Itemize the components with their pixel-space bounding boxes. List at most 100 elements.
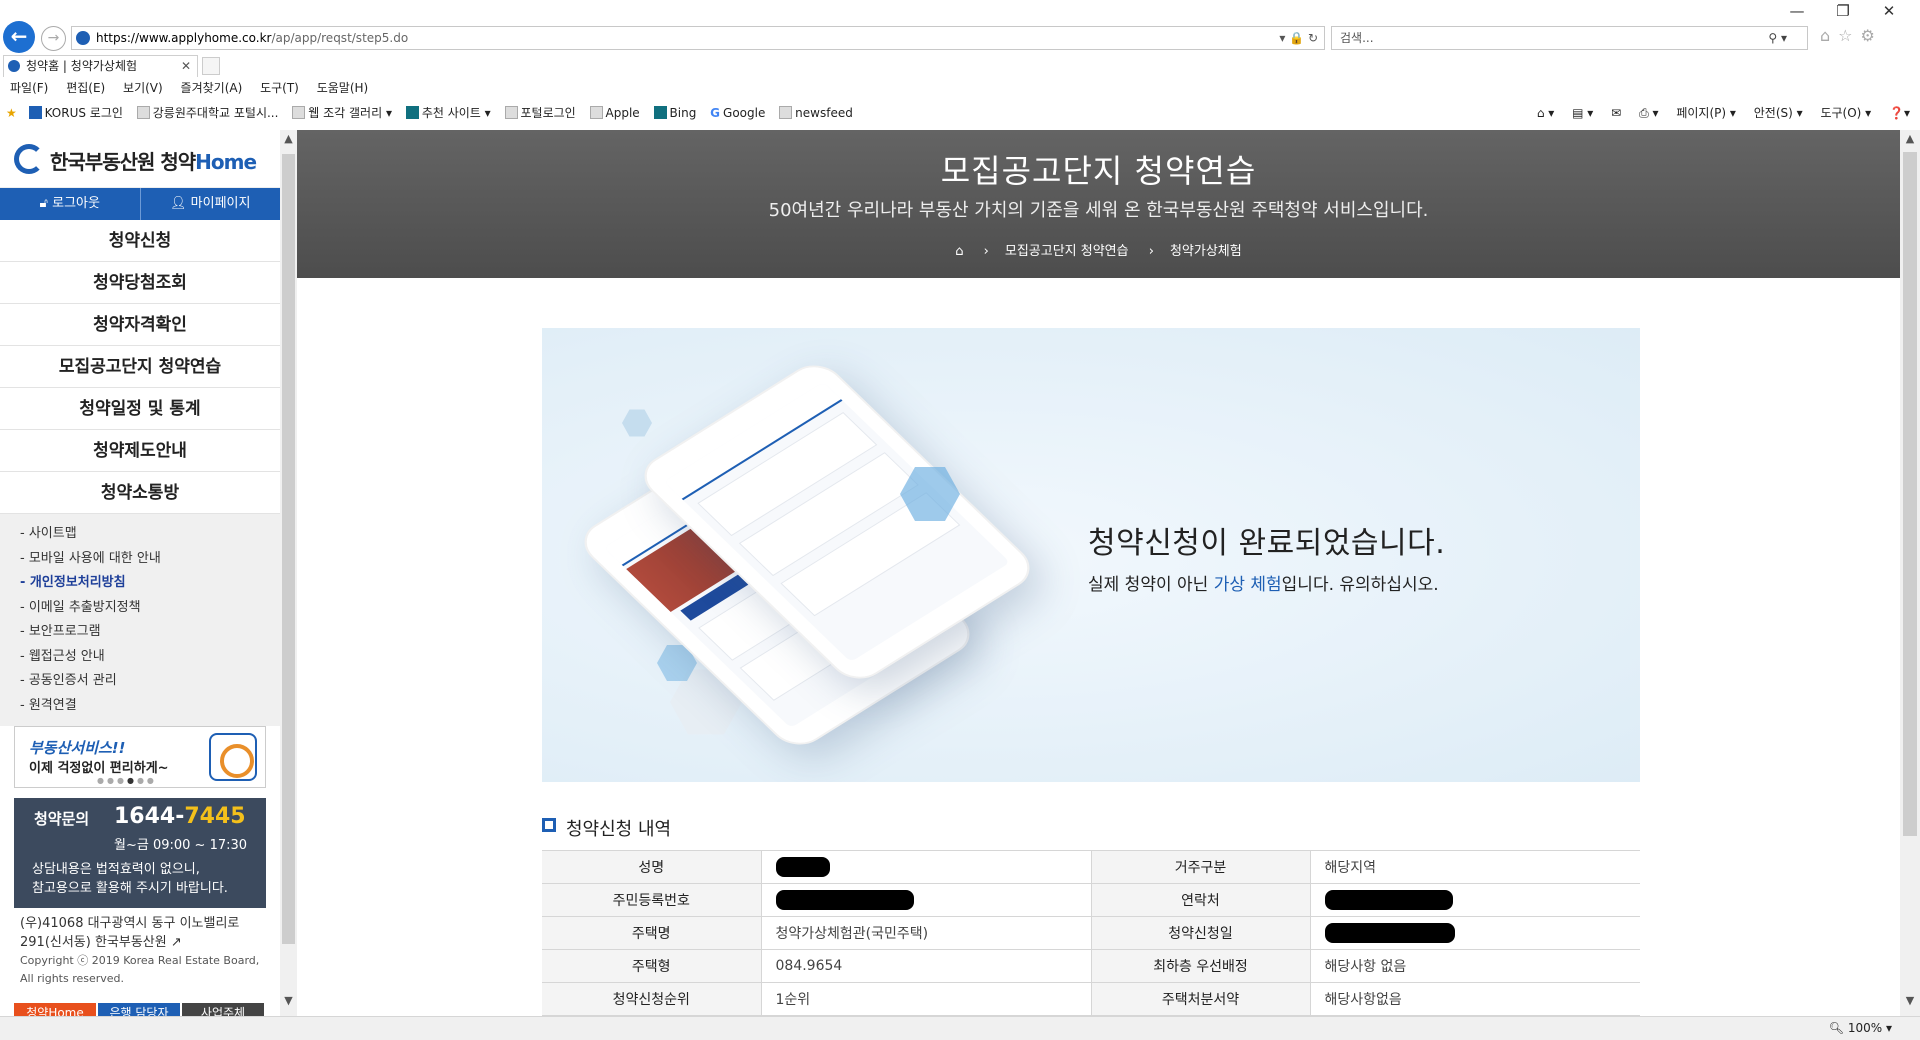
link-accessibility[interactable]: - 웹접근성 안내	[0, 645, 280, 670]
label-house-type: 주택형	[542, 949, 761, 983]
bing-icon	[653, 106, 667, 119]
home-icon[interactable]: ⌂ ▾	[1537, 106, 1554, 120]
home-icon[interactable]: ⌂	[955, 244, 963, 259]
mail-icon[interactable]: ✉	[1611, 106, 1621, 120]
label-contact: 연락처	[1091, 883, 1310, 917]
lock-refresh-icons[interactable]: ▾ 🔒 ↻	[1279, 27, 1318, 49]
menu-bar: 파일(F) 편집(E) 보기(V) 즐겨찾기(A) 도구(T) 도움말(H)	[0, 78, 372, 98]
back-button[interactable]: ←	[3, 21, 35, 53]
print-icon[interactable]: ⎙ ▾	[1639, 106, 1658, 120]
table-row: 주택형 084.9654 최하층 우선배정 해당사항 없음	[542, 949, 1640, 983]
new-tab-button[interactable]	[202, 57, 220, 75]
menu-help[interactable]: 도움말(H)	[317, 81, 369, 95]
menu-edit[interactable]: 편집(E)	[66, 81, 105, 95]
office-address[interactable]: (우)41068 대구광역시 동구 이노밸리로 291(신서동) 한국부동산원 …	[20, 914, 239, 952]
menu-file[interactable]: 파일(F)	[10, 81, 48, 95]
site-logo[interactable]: 한국부동산원 청약Home	[0, 130, 280, 188]
breadcrumb-practice[interactable]: 모집공고단지 청약연습	[1005, 244, 1129, 259]
breadcrumb: ⌂ › 모집공고단지 청약연습 › 청약가상체험	[297, 240, 1900, 259]
page-menu[interactable]: 페이지(P) ▾	[1676, 106, 1736, 120]
banner-pagination[interactable]: ●●●●●●	[97, 776, 157, 785]
link-sitemap[interactable]: - 사이트맵	[0, 522, 280, 547]
forward-button[interactable]: →	[41, 26, 66, 51]
tab-close-icon[interactable]: ✕	[181, 56, 191, 76]
search-icon[interactable]: ⚲ ▾	[1768, 27, 1787, 49]
shortcut-bank[interactable]: 은행 담당자	[98, 1003, 180, 1016]
scroll-down-icon[interactable]: ▼	[1900, 994, 1920, 1014]
link-mobile[interactable]: - 모바일 사용에 대한 안내	[0, 547, 280, 572]
menu-tools[interactable]: 도구(T)	[260, 81, 299, 95]
nav-schedule[interactable]: 청약일정 및 통계	[0, 388, 280, 430]
page-scrollbar[interactable]: ▲ ▼	[1900, 130, 1920, 1016]
page-hero: 모집공고단지 청약연습 50여년간 우리나라 부동산 가치의 기준을 세워 온 …	[297, 130, 1900, 278]
minimize-icon[interactable]: —	[1774, 2, 1820, 20]
browser-tab[interactable]: 청약홈 | 청약가상체험 ✕	[3, 55, 198, 77]
fav-suggested[interactable]: 추천 사이트 ▾	[405, 102, 491, 124]
menu-favorites[interactable]: 즐겨찾기(A)	[181, 81, 243, 95]
fav-google[interactable]: G Google	[710, 102, 765, 124]
redacted-value	[1324, 890, 1453, 910]
safety-menu[interactable]: 안전(S) ▾	[1754, 106, 1803, 120]
tab-title: 청약홈 | 청약가상체험	[26, 59, 138, 73]
search-placeholder: 검색...	[1340, 31, 1374, 45]
restore-icon[interactable]: ❐	[1820, 2, 1866, 20]
link-certificate[interactable]: - 공동인증서 관리	[0, 669, 280, 694]
page-icon	[292, 106, 306, 119]
banner-title: 부동산서비스!!	[29, 739, 126, 757]
sidebar-scrollbar[interactable]: ▲ ▼	[280, 130, 297, 1016]
favorites-bar: ★ KORUS 로그인 강릉원주대학교 포털시... 웹 조각 갤러리 ▾ 추천…	[0, 102, 1920, 124]
shortcut-applyhome[interactable]: 청약Home	[14, 1003, 96, 1016]
person-icon: 👤︎	[170, 196, 187, 211]
value-contact	[1309, 883, 1640, 917]
nav-apply[interactable]: 청약신청	[0, 220, 280, 262]
fav-newsfeed[interactable]: newsfeed	[779, 102, 853, 124]
link-remote[interactable]: - 원격연결	[0, 694, 280, 719]
scroll-down-icon[interactable]: ▼	[280, 994, 297, 1014]
close-icon[interactable]: ✕	[1866, 2, 1912, 20]
scroll-up-icon[interactable]: ▲	[1900, 132, 1920, 152]
link-privacy[interactable]: - 개인정보처리방침	[0, 571, 280, 596]
tools-menu[interactable]: 도구(O) ▾	[1820, 106, 1871, 120]
breadcrumb-virtual[interactable]: 청약가상체험	[1170, 244, 1242, 259]
site-favicon-icon	[76, 31, 90, 45]
fav-webslice[interactable]: 웹 조각 갤러리 ▾	[292, 102, 392, 124]
korus-icon	[28, 106, 42, 119]
call-note: 상담내용은 법적효력이 없으니, 참고용으로 활용해 주시기 바랍니다.	[32, 862, 228, 896]
nav-eligibility[interactable]: 청약자격확인	[0, 304, 280, 346]
redacted-value	[775, 890, 914, 910]
value-resident-number	[760, 883, 1092, 917]
bottom-shortcuts: 청약Home 은행 담당자 사업주체	[14, 1002, 274, 1016]
main-content: 모집공고단지 청약연습 50여년간 우리나라 부동산 가치의 기준을 세워 온 …	[297, 130, 1900, 1016]
address-bar[interactable]: https://www.applyhome.co.kr/ap/app/reqst…	[71, 26, 1325, 50]
zoom-control[interactable]: 🔍︎ 100% ▾	[1829, 1017, 1892, 1039]
shortcut-business[interactable]: 사업주체	[182, 1003, 264, 1016]
banner-subtitle: 이제 걱정없이 편리하게~	[29, 761, 169, 776]
fav-gwnu[interactable]: 강릉원주대학교 포털시...	[136, 102, 278, 124]
mypage-button[interactable]: 👤︎ 마이페이지	[141, 188, 281, 220]
redacted-value	[1324, 923, 1455, 943]
toolbar-icons[interactable]: ⌂☆⚙	[1820, 26, 1883, 45]
feeds-icon[interactable]: ▤ ▾	[1572, 106, 1593, 120]
nav-system-guide[interactable]: 청약제도안내	[0, 430, 280, 472]
fav-korus[interactable]: KORUS 로그인	[28, 102, 123, 124]
redacted-value	[775, 857, 830, 877]
search-box[interactable]: 검색... ⚲ ▾	[1331, 26, 1808, 50]
nav-practice[interactable]: 모집공고단지 청약연습	[0, 346, 280, 388]
fav-bing[interactable]: Bing	[653, 102, 696, 124]
scroll-up-icon[interactable]: ▲	[280, 132, 297, 152]
help-icon[interactable]: ❓▾	[1889, 106, 1910, 120]
fav-portal[interactable]: 포털로그인	[504, 102, 576, 124]
favorites-star-icon[interactable]: ★	[6, 106, 17, 120]
logout-button[interactable]: 🔓︎ 로그아웃	[0, 188, 141, 220]
fav-apple[interactable]: Apple	[589, 102, 640, 124]
nav-winner-check[interactable]: 청약당첨조회	[0, 262, 280, 304]
nav-community[interactable]: 청약소통방	[0, 472, 280, 514]
command-bar: ⌂ ▾ ▤ ▾ ✉ ⎙ ▾ 페이지(P) ▾ 안전(S) ▾ 도구(O) ▾ ❓…	[1523, 102, 1910, 124]
link-email-policy[interactable]: - 이메일 추출방지정책	[0, 596, 280, 621]
scrollbar-thumb[interactable]	[1903, 152, 1917, 836]
menu-view[interactable]: 보기(V)	[123, 81, 163, 95]
scrollbar-thumb[interactable]	[282, 154, 295, 944]
window-controls[interactable]: — ❐ ✕	[1774, 2, 1912, 20]
breadcrumb-sep-icon: ›	[983, 244, 989, 259]
link-security[interactable]: - 보안프로그램	[0, 620, 280, 645]
